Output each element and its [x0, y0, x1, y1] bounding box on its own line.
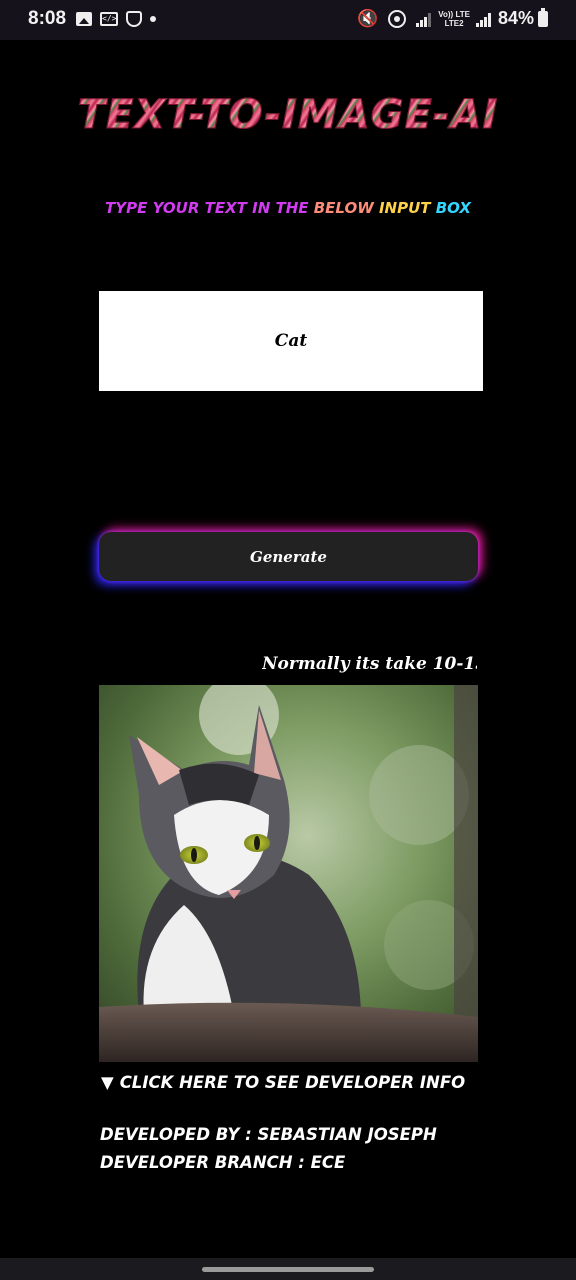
notification-dot-icon: [150, 16, 157, 22]
generate-button[interactable]: Generate: [99, 532, 478, 581]
developer-branch: DEVELOPER BRANCH : ECE: [100, 1153, 346, 1172]
developer-info-toggle[interactable]: ▼ CLICK HERE TO SEE DEVELOPER INFO: [101, 1073, 481, 1092]
lte2-label: LTE2: [444, 18, 464, 28]
battery-percent: 84%: [497, 8, 534, 28]
volte-label: Vo)) LTE: [438, 9, 470, 19]
generated-image: [99, 685, 478, 1062]
hotspot-icon: [388, 9, 407, 28]
developer-info-toggle-label: CLICK HERE TO SEE DEVELOPER INFO: [119, 1073, 466, 1092]
instruction-text: TYPE YOUR TEXT IN THE BELOW INPUT BOX: [0, 199, 576, 217]
mute-icon: 🔇: [357, 8, 379, 29]
page-title: TEXT-TO-IMAGE-AI: [0, 92, 576, 139]
status-bar: 8:08 </> 🔇 Vo)) LTE LTE2 84%: [0, 0, 576, 40]
triangle-down-icon: ▼: [101, 1073, 114, 1092]
wait-note: Normally its take 10-15 seconds: [262, 654, 477, 674]
volte-icon: Vo)) LTE LTE2: [438, 10, 470, 28]
instruction-part-1: TYPE YOUR TEXT IN THE: [105, 199, 314, 217]
status-bar-left: 8:08 </>: [28, 8, 164, 30]
signal-icon: [416, 11, 432, 27]
battery-icon: [538, 7, 548, 27]
instruction-part-2: BELOW: [313, 199, 379, 217]
prompt-input[interactable]: [99, 291, 483, 391]
signal-icon: [475, 11, 492, 27]
home-handle[interactable]: [202, 1267, 374, 1272]
code-icon: </>: [100, 12, 119, 26]
status-bar-right: 🔇 Vo)) LTE LTE2 84%: [357, 7, 548, 29]
instruction-part-3: INPUT: [378, 199, 436, 217]
developer-name: DEVELOPED BY : SEBASTIAN JOSEPH: [100, 1125, 437, 1144]
clock: 8:08: [28, 8, 67, 29]
gallery-icon: [76, 12, 93, 26]
navigation-bar: [0, 1258, 576, 1280]
instruction-part-4: BOX: [435, 199, 471, 217]
trophy-icon: [126, 11, 143, 27]
cat-image: [99, 685, 478, 1062]
